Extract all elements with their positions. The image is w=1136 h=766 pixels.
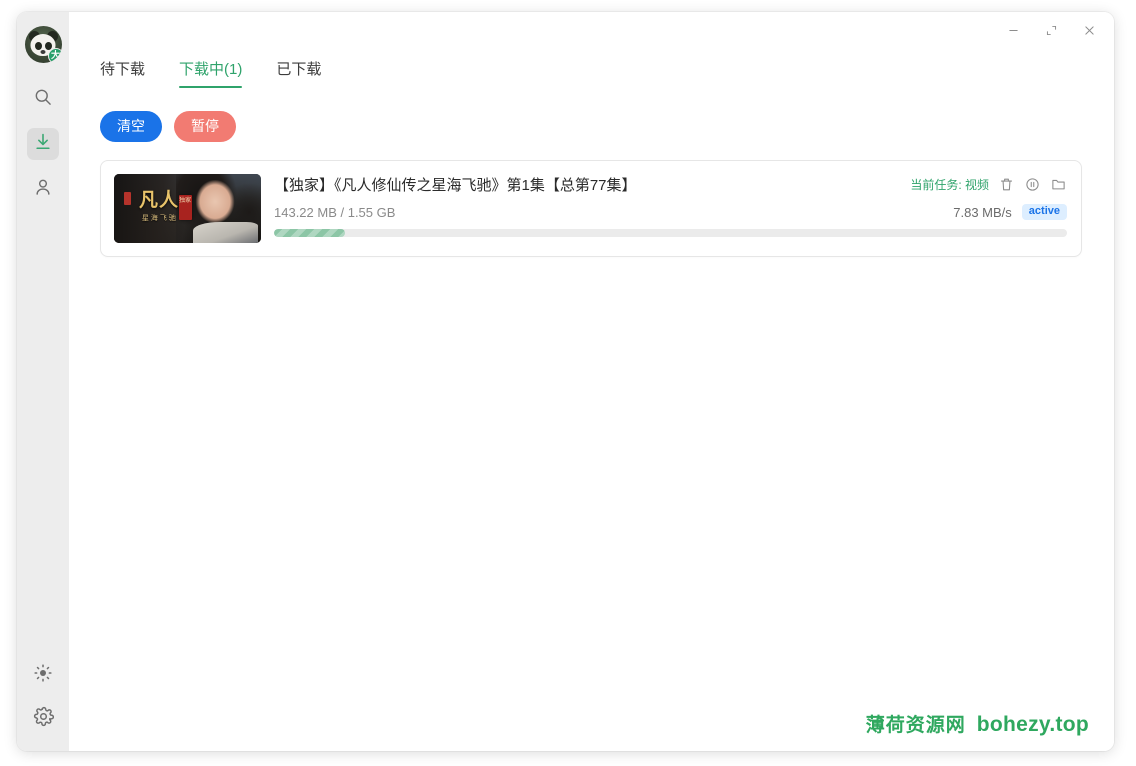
tab-downloaded[interactable]: 已下载	[276, 58, 321, 88]
avatar[interactable]: 大	[24, 26, 62, 63]
progress-bar	[274, 229, 1067, 237]
brightness-icon	[33, 663, 53, 688]
thumbnail-seal: 独家	[178, 194, 192, 220]
sidebar-item-search[interactable]	[27, 83, 59, 115]
sidebar-item-downloads[interactable]	[27, 128, 59, 160]
pause-icon[interactable]	[1024, 176, 1041, 193]
download-item-header: 【独家】《凡人修仙传之星海飞驰》第1集【总第77集】 当前任务: 视频	[274, 174, 1067, 195]
sidebar-item-theme[interactable]	[27, 659, 59, 691]
download-speed: 7.83 MB/s	[953, 204, 1012, 220]
sidebar: 大	[17, 12, 69, 751]
tab-pending[interactable]: 待下载	[100, 58, 145, 88]
tab-downloading[interactable]: 下载中(1)	[179, 58, 243, 88]
user-icon	[33, 177, 53, 202]
app-window: 大 待下载 下载中(1) 已下载 清空 暂停 凡人 星海飞驰 独家 【独家】《凡…	[17, 12, 1114, 751]
download-list: 凡人 星海飞驰 独家 【独家】《凡人修仙传之星海飞驰》第1集【总第77集】 当前…	[69, 142, 1114, 257]
thumbnail-subtitle-text: 星海飞驰	[141, 214, 178, 223]
avatar-badge: 大	[47, 48, 62, 63]
main-area: 待下载 下载中(1) 已下载 清空 暂停 凡人 星海飞驰 独家 【独家】《凡人修…	[69, 12, 1114, 751]
download-item-stats: 143.22 MB / 1.55 GB 7.83 MB/s active	[274, 204, 1067, 220]
pause-all-button[interactable]: 暂停	[174, 111, 236, 142]
thumbnail-left-tag	[124, 191, 132, 205]
panda-nose	[40, 50, 46, 54]
download-item-body: 【独家】《凡人修仙传之星海飞驰》第1集【总第77集】 当前任务: 视频 143.…	[274, 174, 1067, 243]
download-speed-group: 7.83 MB/s active	[953, 204, 1067, 220]
watermark-cn: 薄荷资源网	[865, 715, 966, 736]
titlebar	[69, 12, 1114, 48]
download-icon	[33, 132, 53, 157]
watermark: 薄荷资源网 bohezy.top	[866, 710, 1089, 737]
delete-icon[interactable]	[998, 176, 1015, 193]
search-icon	[33, 87, 53, 112]
close-button[interactable]	[1070, 15, 1108, 45]
action-bar: 清空 暂停	[69, 88, 1114, 142]
thumbnail[interactable]: 凡人 星海飞驰 独家	[114, 174, 261, 243]
download-item[interactable]: 凡人 星海飞驰 独家 【独家】《凡人修仙传之星海飞驰》第1集【总第77集】 当前…	[100, 160, 1082, 257]
maximize-button[interactable]	[1032, 15, 1070, 45]
status-badge: active	[1021, 204, 1067, 220]
panda-eye-left	[34, 42, 42, 50]
open-folder-icon[interactable]	[1050, 176, 1067, 193]
clear-button[interactable]: 清空	[100, 111, 162, 142]
sidebar-item-account[interactable]	[27, 173, 59, 205]
download-item-controls: 当前任务: 视频	[910, 176, 1067, 193]
thumbnail-character-coat	[193, 222, 259, 243]
current-task-label: 当前任务: 视频	[910, 178, 989, 192]
gear-icon	[33, 706, 54, 732]
thumbnail-title-text: 凡人	[138, 190, 179, 212]
progress-bar-fill	[274, 229, 346, 237]
tab-bar: 待下载 下载中(1) 已下载	[69, 48, 1114, 88]
minimize-button[interactable]	[994, 15, 1032, 45]
sidebar-item-settings[interactable]	[27, 703, 59, 735]
download-size: 143.22 MB / 1.55 GB	[274, 204, 396, 220]
download-title: 【独家】《凡人修仙传之星海飞驰》第1集【总第77集】	[274, 177, 637, 194]
watermark-en: bohezy.top	[976, 713, 1089, 736]
